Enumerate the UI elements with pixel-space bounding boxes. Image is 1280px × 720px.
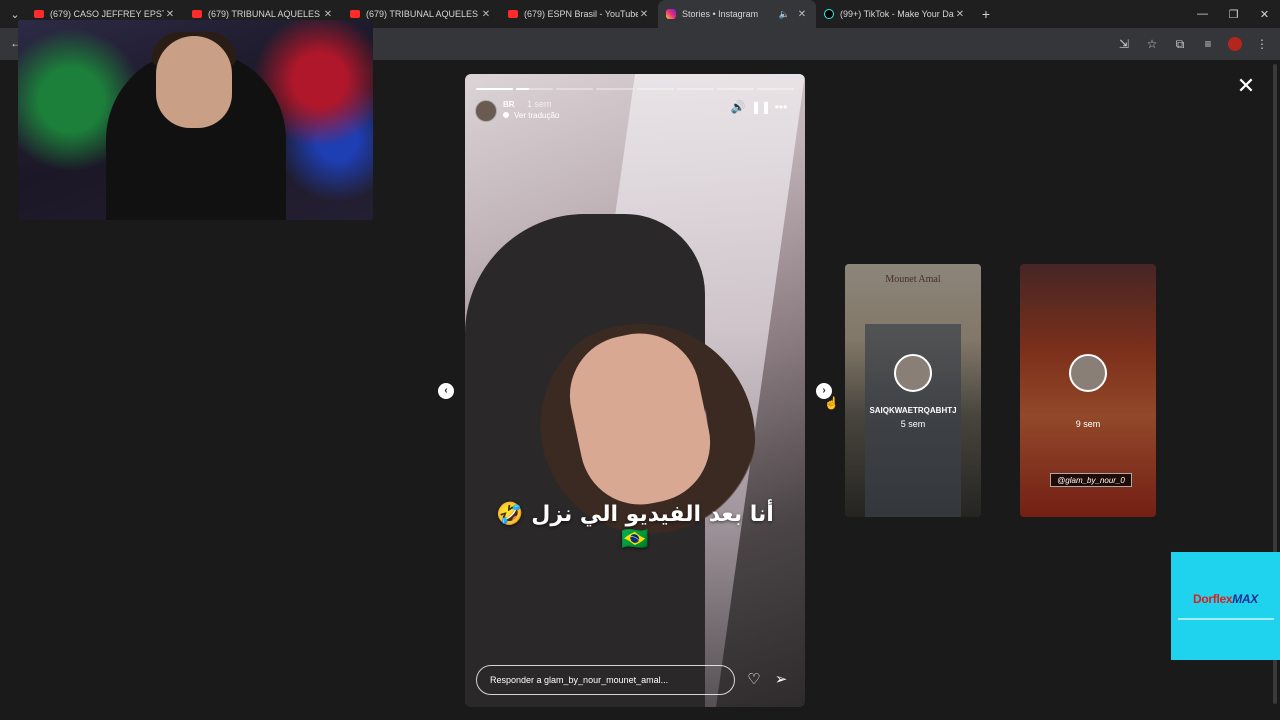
mouse-cursor-icon: ☝ [824, 396, 839, 410]
preview-username: SAIQKWAETRQABHTJ [869, 406, 957, 415]
preview-timestamp: 5 sem [900, 419, 926, 429]
sponsor-ad: DorflexMAX [1171, 552, 1280, 660]
next-story-preview-1[interactable]: Mounet Amal SAIQKWAETRQABHTJ 5 sem [845, 264, 981, 517]
tab-4[interactable]: (679) ESPN Brasil - YouTube ✕ [500, 0, 658, 28]
close-tab-icon[interactable]: ✕ [164, 9, 176, 20]
close-tab-icon[interactable]: ✕ [796, 9, 808, 20]
close-stories-icon[interactable]: ✕ [1234, 74, 1258, 98]
story-avatar[interactable] [475, 100, 497, 122]
story-header: BR 1 sem Ver tradução 🔊 ❚❚ ••• [475, 99, 795, 130]
preview-timestamp: 9 sem [1075, 419, 1101, 429]
translate-icon [503, 112, 509, 118]
tab-title: (99+) TikTok - Make Your Day [840, 9, 954, 19]
progress-fill [516, 88, 530, 90]
media-control-icon[interactable]: ≡ [1200, 36, 1216, 52]
new-tab-button[interactable]: + [974, 6, 998, 22]
progress-segment [756, 88, 794, 90]
story-timestamp: 1 sem [527, 99, 552, 109]
progress-segment [476, 88, 514, 90]
close-tab-icon[interactable]: ✕ [480, 9, 492, 20]
story-progress-bar [476, 88, 794, 90]
progress-segment [716, 88, 754, 90]
streamer-head [156, 36, 232, 128]
story-caption: أنا بعد الفيديو الي نزل 🤣🇧🇷 [496, 502, 774, 552]
next-story-preview-2[interactable]: 9 sem @glam_by_nour_0 [1020, 264, 1156, 517]
close-tab-icon[interactable]: ✕ [322, 9, 334, 20]
instagram-icon [666, 9, 676, 19]
youtube-icon [34, 10, 44, 18]
send-share-icon[interactable]: ➢ [772, 671, 790, 689]
story-card[interactable]: BR 1 sem Ver tradução 🔊 ❚❚ ••• أنا بعد ا… [465, 74, 805, 707]
mention-sticker: @glam_by_nour_0 [1050, 473, 1132, 487]
tiktok-icon [824, 9, 834, 19]
progress-segment [596, 88, 634, 90]
progress-segment [516, 88, 554, 90]
ad-brand-suffix: MAX [1232, 592, 1259, 606]
tab-title: (679) CASO JEFFREY EPSTEIN C [50, 9, 164, 19]
youtube-icon [508, 10, 518, 18]
preview-avatar [894, 354, 932, 392]
see-translation-link[interactable]: Ver tradução [514, 111, 559, 120]
tab-title: (679) ESPN Brasil - YouTube [524, 9, 638, 19]
install-app-icon[interactable]: ⇲ [1116, 36, 1132, 52]
close-window-icon[interactable]: ✕ [1249, 0, 1280, 28]
webcam-overlay [18, 20, 373, 220]
minimize-icon[interactable]: — [1187, 0, 1218, 28]
youtube-icon [192, 10, 202, 18]
progress-segment [636, 88, 674, 90]
ad-brand: DorflexMAX [1193, 592, 1258, 606]
story-username[interactable]: BR [503, 100, 515, 109]
progress-segment [676, 88, 714, 90]
window-controls: — ❐ ✕ [1187, 0, 1280, 28]
menu-kebab-icon[interactable]: ⋮ [1254, 36, 1270, 52]
close-tab-icon[interactable]: ✕ [954, 9, 966, 20]
sound-icon[interactable]: 🔊 [730, 100, 746, 114]
profile-avatar[interactable] [1228, 37, 1242, 51]
progress-fill [476, 88, 514, 90]
close-tab-icon[interactable]: ✕ [638, 9, 650, 20]
more-options-icon[interactable]: ••• [773, 100, 789, 114]
preview-avatar [1069, 354, 1107, 392]
extensions-icon[interactable]: ⧉ [1172, 36, 1188, 52]
tab-6[interactable]: (99+) TikTok - Make Your Day ✕ [816, 0, 974, 28]
tab-title: (679) TRIBUNAL AQUELES CAR [208, 9, 322, 19]
tab-title: Stories • Instagram [682, 9, 759, 19]
restore-icon[interactable]: ❐ [1218, 0, 1249, 28]
ad-fine-print [1177, 618, 1274, 620]
youtube-icon [350, 10, 360, 18]
like-heart-icon[interactable]: ♡ [745, 671, 763, 689]
previous-story-button[interactable]: ‹ [438, 383, 454, 399]
bookmark-star-icon[interactable]: ☆ [1144, 36, 1160, 52]
ad-brand-name: Dorflex [1192, 592, 1233, 606]
speaker-icon[interactable]: 🔈 [779, 9, 790, 20]
reply-input[interactable]: Responder a glam_by_nour_mounet_amal... [476, 665, 735, 695]
progress-segment [556, 88, 594, 90]
pause-icon[interactable]: ❚❚ [751, 100, 771, 114]
tab-5-active[interactable]: Stories • Instagram 🔈 ✕ [658, 0, 816, 28]
tab-title: (679) TRIBUNAL AQUELES CAR [366, 9, 480, 19]
